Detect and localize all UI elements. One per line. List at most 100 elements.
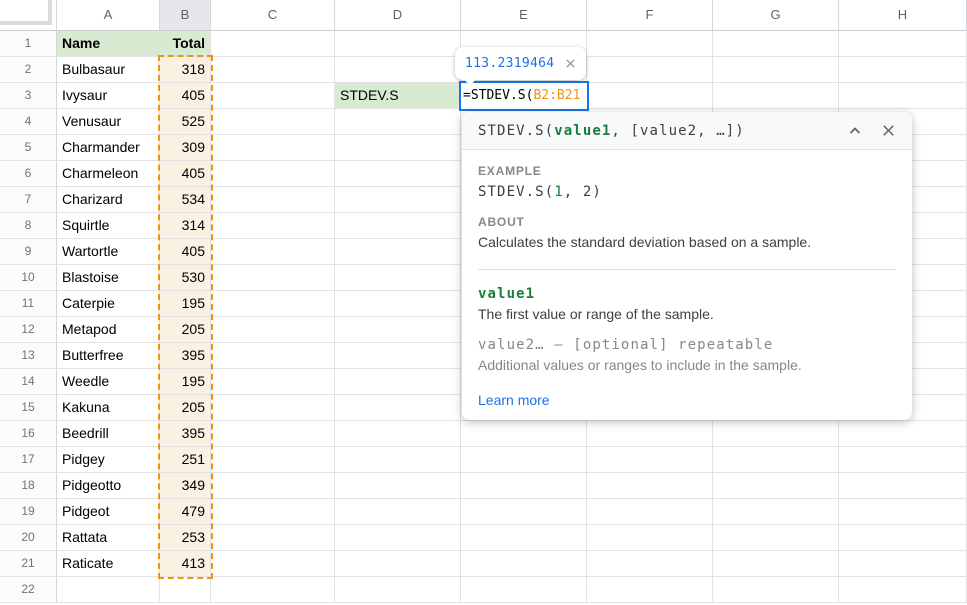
cell-D2[interactable] (335, 57, 461, 83)
cell-A9[interactable]: Wartortle (57, 239, 160, 265)
column-header-G[interactable]: G (713, 0, 839, 31)
cell-G2[interactable] (713, 57, 839, 83)
cell-A11[interactable]: Caterpie (57, 291, 160, 317)
cell-B7[interactable]: 534 (160, 187, 211, 213)
column-header-E[interactable]: E (461, 0, 587, 31)
cell-D21[interactable] (335, 551, 461, 577)
cell-B6[interactable]: 405 (160, 161, 211, 187)
cell-B13[interactable]: 395 (160, 343, 211, 369)
cell-B20[interactable]: 253 (160, 525, 211, 551)
cell-D7[interactable] (335, 187, 461, 213)
cell-A7[interactable]: Charizard (57, 187, 160, 213)
select-all-corner[interactable] (0, 0, 57, 31)
cell-D10[interactable] (335, 265, 461, 291)
cell-C2[interactable] (211, 57, 335, 83)
cell-H21[interactable] (839, 551, 967, 577)
cell-C19[interactable] (211, 499, 335, 525)
column-header-F[interactable]: F (587, 0, 713, 31)
row-header-14[interactable]: 14 (0, 369, 57, 395)
cell-B16[interactable]: 395 (160, 421, 211, 447)
cell-B11[interactable]: 195 (160, 291, 211, 317)
cell-D18[interactable] (335, 473, 461, 499)
cell-G22[interactable] (713, 577, 839, 603)
column-header-A[interactable]: A (57, 0, 160, 31)
row-header-18[interactable]: 18 (0, 473, 57, 499)
cell-E18[interactable] (461, 473, 587, 499)
cell-B15[interactable]: 205 (160, 395, 211, 421)
cell-G20[interactable] (713, 525, 839, 551)
cell-H19[interactable] (839, 499, 967, 525)
cell-B2[interactable]: 318 (160, 57, 211, 83)
cell-C20[interactable] (211, 525, 335, 551)
cell-B10[interactable]: 530 (160, 265, 211, 291)
cell-D8[interactable] (335, 213, 461, 239)
row-header-22[interactable]: 22 (0, 577, 57, 603)
cell-F16[interactable] (587, 421, 713, 447)
cell-G3[interactable] (713, 83, 839, 109)
cell-C3[interactable] (211, 83, 335, 109)
cell-B4[interactable]: 525 (160, 109, 211, 135)
close-help-icon[interactable] (881, 123, 896, 138)
cell-C5[interactable] (211, 135, 335, 161)
cell-F2[interactable] (587, 57, 713, 83)
cell-B5[interactable]: 309 (160, 135, 211, 161)
cell-B3[interactable]: 405 (160, 83, 211, 109)
row-header-15[interactable]: 15 (0, 395, 57, 421)
cell-D19[interactable] (335, 499, 461, 525)
cell-H17[interactable] (839, 447, 967, 473)
row-header-7[interactable]: 7 (0, 187, 57, 213)
cell-E21[interactable] (461, 551, 587, 577)
cell-B9[interactable]: 405 (160, 239, 211, 265)
cell-A5[interactable]: Charmander (57, 135, 160, 161)
cell-F21[interactable] (587, 551, 713, 577)
cell-B17[interactable]: 251 (160, 447, 211, 473)
cell-A10[interactable]: Blastoise (57, 265, 160, 291)
cell-A21[interactable]: Raticate (57, 551, 160, 577)
row-header-16[interactable]: 16 (0, 421, 57, 447)
collapse-help-icon[interactable] (847, 123, 863, 139)
cell-A15[interactable]: Kakuna (57, 395, 160, 421)
cell-F18[interactable] (587, 473, 713, 499)
cell-C22[interactable] (211, 577, 335, 603)
cell-G1[interactable] (713, 31, 839, 57)
cell-D15[interactable] (335, 395, 461, 421)
cell-A12[interactable]: Metapod (57, 317, 160, 343)
cell-C11[interactable] (211, 291, 335, 317)
cell-B1[interactable]: Total (160, 31, 211, 57)
cell-E20[interactable] (461, 525, 587, 551)
cell-A17[interactable]: Pidgey (57, 447, 160, 473)
cell-A22[interactable] (57, 577, 160, 603)
column-header-D[interactable]: D (335, 0, 461, 31)
cell-C9[interactable] (211, 239, 335, 265)
column-header-B[interactable]: B (160, 0, 211, 31)
cell-F3[interactable] (587, 83, 713, 109)
cell-B21[interactable]: 413 (160, 551, 211, 577)
cell-H3[interactable] (839, 83, 967, 109)
cell-D22[interactable] (335, 577, 461, 603)
column-header-H[interactable]: H (839, 0, 967, 31)
cell-D6[interactable] (335, 161, 461, 187)
cell-E16[interactable] (461, 421, 587, 447)
cell-F22[interactable] (587, 577, 713, 603)
cell-C4[interactable] (211, 109, 335, 135)
cell-A13[interactable]: Butterfree (57, 343, 160, 369)
cell-C21[interactable] (211, 551, 335, 577)
cell-E22[interactable] (461, 577, 587, 603)
cell-A2[interactable]: Bulbasaur (57, 57, 160, 83)
cell-C15[interactable] (211, 395, 335, 421)
cell-A16[interactable]: Beedrill (57, 421, 160, 447)
cell-G21[interactable] (713, 551, 839, 577)
cell-B14[interactable]: 195 (160, 369, 211, 395)
cell-A4[interactable]: Venusaur (57, 109, 160, 135)
cell-A14[interactable]: Weedle (57, 369, 160, 395)
active-formula-cell[interactable]: =STDEV.S(B2:B21 (459, 81, 589, 111)
row-header-17[interactable]: 17 (0, 447, 57, 473)
cell-B19[interactable]: 479 (160, 499, 211, 525)
row-header-6[interactable]: 6 (0, 161, 57, 187)
row-header-11[interactable]: 11 (0, 291, 57, 317)
cell-G18[interactable] (713, 473, 839, 499)
cell-E19[interactable] (461, 499, 587, 525)
cell-D9[interactable] (335, 239, 461, 265)
cell-D14[interactable] (335, 369, 461, 395)
cell-B12[interactable]: 205 (160, 317, 211, 343)
